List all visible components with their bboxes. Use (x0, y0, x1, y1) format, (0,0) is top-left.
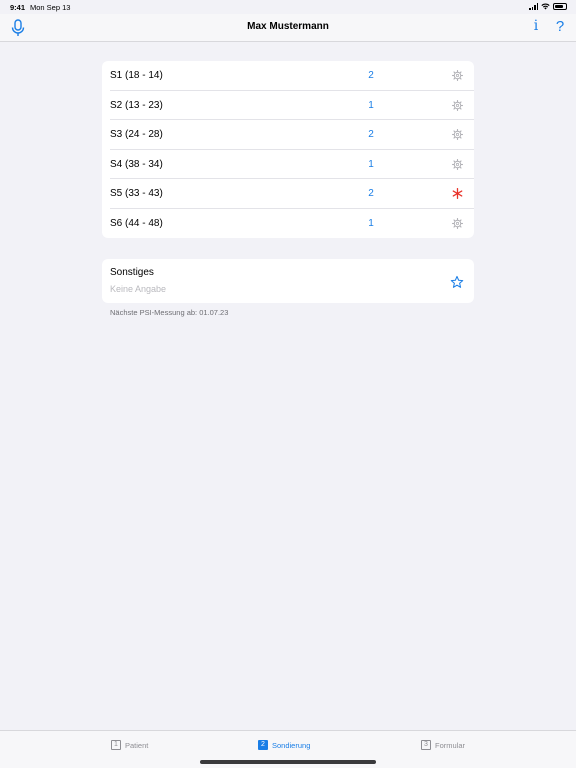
sextant-value[interactable]: 1 (364, 100, 378, 111)
tab-label: Patient (125, 740, 149, 750)
wifi-icon (541, 3, 550, 10)
tab-number: 2 (258, 740, 268, 750)
help-button[interactable]: ? (553, 18, 567, 38)
tab-label: Sondierung (272, 740, 311, 750)
sextant-row[interactable]: S6 (44 - 48) 1 (102, 209, 474, 239)
sextant-row[interactable]: S2 (13 - 23) 1 (102, 91, 474, 121)
sextant-value[interactable]: 1 (364, 159, 378, 170)
sextant-row[interactable]: S5 (33 - 43) 2 (102, 179, 474, 209)
sextant-label: S3 (24 - 28) (110, 129, 163, 140)
gear-icon[interactable] (451, 217, 464, 230)
gear-icon[interactable] (451, 158, 464, 171)
sextant-label: S5 (33 - 43) (110, 188, 163, 199)
star-icon[interactable] (450, 275, 464, 289)
sextant-row[interactable]: S4 (38 - 34) 1 (102, 150, 474, 180)
battery-icon (553, 3, 567, 10)
sextant-list: S1 (18 - 14) 2 S2 (13 - 23) 1 S3 (24 - 28) 2 S… (102, 61, 474, 238)
info-button[interactable]: i (529, 18, 543, 38)
cellular-signal-icon (529, 3, 538, 10)
tab-sondierung[interactable]: 2 Sondierung (258, 740, 310, 750)
status-bar: 9:41 Mon Sep 13 (0, 0, 576, 14)
sextant-label: S1 (18 - 14) (110, 70, 163, 81)
sextant-value[interactable]: 2 (364, 70, 378, 81)
psi-next-measurement-note: Nächste PSI-Messung ab: 01.07.23 (110, 308, 229, 317)
status-time: 9:41 (10, 3, 26, 12)
sextant-label: S6 (44 - 48) (110, 217, 163, 229)
tab-patient[interactable]: 1 Patient (111, 740, 148, 750)
gear-icon[interactable] (451, 128, 464, 141)
status-date: Mon Sep 13 (30, 3, 71, 12)
tab-label: Formular (435, 740, 466, 750)
gear-icon[interactable] (451, 69, 464, 82)
sextant-label: S2 (13 - 23) (110, 99, 163, 111)
misc-value: Keine Angabe (110, 284, 167, 294)
sextant-value[interactable]: 2 (364, 129, 378, 140)
asterisk-icon[interactable] (451, 187, 464, 200)
status-icons (529, 3, 567, 10)
sextant-label: S4 (38 - 34) (110, 158, 163, 170)
tab-number: 1 (111, 740, 121, 750)
sextant-row[interactable]: S1 (18 - 14) 2 (102, 61, 474, 91)
sextant-row[interactable]: S3 (24 - 28) 2 (102, 120, 474, 150)
page-title: Max Mustermann (247, 21, 329, 32)
tab-formular[interactable]: 3 Formular (421, 740, 465, 750)
gear-icon[interactable] (451, 99, 464, 112)
sextant-value[interactable]: 1 (364, 218, 378, 229)
misc-title: Sonstiges (110, 267, 154, 278)
tab-number: 3 (421, 740, 431, 750)
home-indicator (200, 760, 376, 764)
navigation-bar: Max Mustermann i ? (0, 14, 576, 42)
misc-field[interactable]: Sonstiges Keine Angabe (102, 259, 474, 303)
sextant-value[interactable]: 2 (364, 188, 378, 199)
